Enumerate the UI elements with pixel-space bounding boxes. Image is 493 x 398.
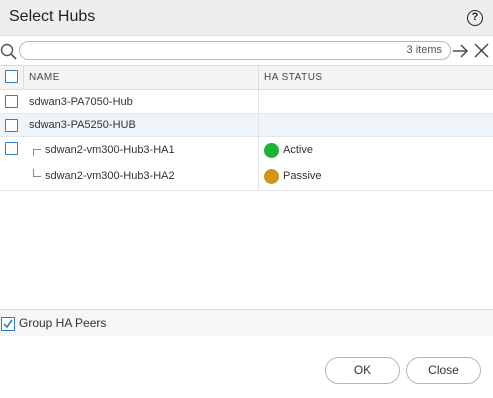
- ok-button[interactable]: OK: [325, 357, 400, 384]
- column-header-ha-status[interactable]: HA STATUS: [264, 72, 323, 83]
- ha-status-label: Active: [283, 144, 313, 156]
- apply-filter-icon[interactable]: [452, 43, 469, 59]
- help-icon[interactable]: ?: [467, 10, 483, 26]
- hub-name: sdwan2-vm300-Hub3-HA1: [45, 144, 175, 156]
- checkmark-icon: [3, 319, 13, 329]
- tree-connector: [33, 169, 41, 177]
- dialog-titlebar: Select Hubs ?: [0, 0, 493, 36]
- column-divider[interactable]: [258, 66, 259, 89]
- table-row[interactable]: sdwan3-PA7050-Hub: [0, 90, 493, 114]
- column-header-name[interactable]: NAME: [29, 72, 60, 83]
- close-button[interactable]: Close: [406, 357, 481, 384]
- search-bar: 3 items: [0, 37, 493, 65]
- grid-header: NAME HA STATUS: [0, 65, 493, 90]
- row-checkbox[interactable]: [5, 142, 18, 155]
- column-divider: [258, 137, 259, 190]
- clear-filter-icon[interactable]: [474, 43, 489, 58]
- column-divider: [258, 114, 259, 136]
- passive-status-icon: [264, 169, 279, 184]
- ha-status-label: Passive: [283, 170, 322, 182]
- active-status-icon: [264, 143, 279, 158]
- row-checkbox[interactable]: [5, 119, 18, 132]
- table-row[interactable]: sdwan3-PA5250-HUB: [0, 114, 493, 137]
- dialog-title: Select Hubs: [9, 8, 96, 25]
- hub-name: sdwan3-PA5250-HUB: [29, 119, 136, 131]
- search-icon: [0, 43, 17, 60]
- search-input[interactable]: 3 items: [19, 41, 451, 60]
- group-ha-peers-checkbox[interactable]: [1, 317, 15, 331]
- row-checkbox[interactable]: [5, 95, 18, 108]
- group-ha-peers-option: Group HA Peers: [0, 310, 493, 336]
- select-all-cell: [0, 66, 24, 89]
- group-ha-peers-label[interactable]: Group HA Peers: [19, 316, 106, 330]
- ha-group-row[interactable]: sdwan2-vm300-Hub3-HA1 sdwan2-vm300-Hub3-…: [0, 137, 493, 191]
- hub-name: sdwan2-vm300-Hub3-HA2: [45, 170, 175, 182]
- items-count: 3 items: [406, 44, 442, 56]
- select-all-checkbox[interactable]: [5, 70, 18, 83]
- column-divider: [258, 90, 259, 113]
- hub-name: sdwan3-PA7050-Hub: [29, 96, 133, 108]
- tree-connector: [33, 149, 41, 156]
